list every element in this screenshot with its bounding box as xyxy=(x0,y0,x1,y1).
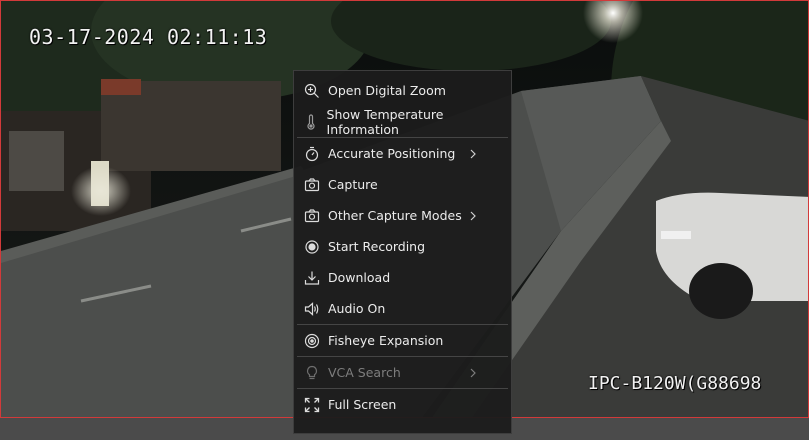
menu-item-show-temperature[interactable]: Show Temperature Information xyxy=(294,106,511,137)
zoom-in-icon xyxy=(294,83,328,99)
chevron-right-icon xyxy=(470,368,476,377)
timer-icon xyxy=(294,146,328,162)
menu-item-accurate-positioning[interactable]: Accurate Positioning xyxy=(294,138,511,169)
fisheye-icon xyxy=(294,333,328,349)
menu-item-label: Start Recording xyxy=(328,239,426,254)
record-icon xyxy=(294,239,328,255)
menu-item-label: Download xyxy=(328,270,391,285)
menu-item-label: Audio On xyxy=(328,301,386,316)
menu-item-label: VCA Search xyxy=(328,365,401,380)
menu-item-label: Open Digital Zoom xyxy=(328,83,446,98)
menu-item-full-screen[interactable]: Full Screen xyxy=(294,389,511,420)
menu-item-open-digital-zoom[interactable]: Open Digital Zoom xyxy=(294,75,511,106)
chevron-right-icon xyxy=(470,149,476,158)
menu-item-vca-search: VCA Search xyxy=(294,357,511,388)
speaker-icon xyxy=(294,301,328,317)
camera-icon xyxy=(294,177,328,193)
menu-item-capture[interactable]: Capture xyxy=(294,169,511,200)
menu-item-fisheye-expansion[interactable]: Fisheye Expansion xyxy=(294,325,511,356)
osd-timestamp: 03-17-2024 02:11:13 xyxy=(29,25,268,49)
menu-item-start-recording[interactable]: Start Recording xyxy=(294,231,511,262)
menu-item-label: Full Screen xyxy=(328,397,397,412)
fullscreen-icon xyxy=(294,397,328,413)
menu-item-label: Capture xyxy=(328,177,378,192)
lightbulb-icon xyxy=(294,365,328,381)
menu-item-label: Show Temperature Information xyxy=(326,106,444,137)
download-icon xyxy=(294,270,328,286)
menu-item-label: Accurate Positioning xyxy=(328,146,456,161)
context-menu: Open Digital Zoom Show Temperature Infor… xyxy=(293,70,512,434)
thermometer-icon xyxy=(294,113,327,130)
menu-item-audio-on[interactable]: Audio On xyxy=(294,293,511,324)
camera-icon xyxy=(294,208,328,224)
menu-item-download[interactable]: Download xyxy=(294,262,511,293)
menu-item-label: Other Capture Modes xyxy=(328,208,462,223)
chevron-right-icon xyxy=(470,211,476,220)
menu-item-label: Fisheye Expansion xyxy=(328,333,444,348)
menu-item-other-capture-modes[interactable]: Other Capture Modes xyxy=(294,200,511,231)
osd-camera-name: IPC-B120W(G88698 xyxy=(588,373,762,394)
